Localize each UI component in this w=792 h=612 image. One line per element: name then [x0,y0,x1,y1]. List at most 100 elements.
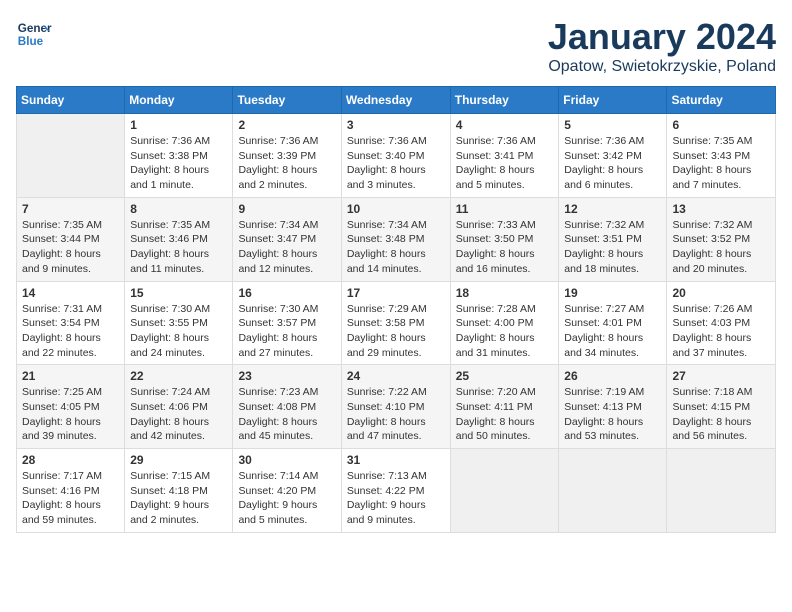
page-header: General Blue January 2024 Opatow, Swieto… [16,16,776,76]
location-title: Opatow, Swietokrzyskie, Poland [548,58,776,76]
weekday-header: Tuesday [233,87,341,114]
weekday-header: Wednesday [341,87,450,114]
day-number: 22 [130,369,227,383]
day-number: 12 [564,202,661,216]
day-number: 10 [347,202,445,216]
calendar-week-row: 14 Sunrise: 7:31 AMSunset: 3:54 PMDayligh… [17,281,776,365]
day-number: 31 [347,453,445,467]
calendar-cell: 8Sunrise: 7:35 AMSunset: 3:46 PMDaylight… [125,197,233,281]
day-info: Sunrise: 7:13 AMSunset: 4:22 PMDaylight:… [347,469,445,528]
day-number: 27 [672,369,770,383]
calendar-cell [17,114,125,198]
day-info: Sunrise: 7:19 AMSunset: 4:13 PMDaylight:… [564,385,661,444]
day-info: Sunrise: 7:17 AMSunset: 4:16 PMDaylight:… [22,469,119,528]
day-info: Sunrise: 7:36 AMSunset: 3:38 PMDaylight:… [130,134,227,193]
logo-icon: General Blue [16,16,52,52]
day-info: Sunrise: 7:35 AMSunset: 3:44 PMDaylight:… [22,218,119,277]
day-info: Sunrise: 7:30 AMSunset: 3:57 PMDaylight:… [238,302,335,361]
day-number: 19 [564,286,661,300]
calendar-cell: 11 Sunrise: 7:33 AMSunset: 3:50 PMDayligh… [450,197,559,281]
calendar-week-row: 7 Sunrise: 7:35 AMSunset: 3:44 PMDaylight… [17,197,776,281]
day-number: 2 [238,118,335,132]
calendar-cell: 13 Sunrise: 7:32 AMSunset: 3:52 PMDayligh… [667,197,776,281]
day-info: Sunrise: 7:30 AMSunset: 3:55 PMDaylight:… [130,302,227,361]
day-number: 11 [456,202,554,216]
day-number: 8 [130,202,227,216]
calendar-cell: 26 Sunrise: 7:19 AMSunset: 4:13 PMDayligh… [559,365,667,449]
day-number: 16 [238,286,335,300]
day-number: 14 [22,286,119,300]
calendar-cell: 17 Sunrise: 7:29 AMSunset: 3:58 PMDayligh… [341,281,450,365]
day-number: 18 [456,286,554,300]
calendar-cell: 30 Sunrise: 7:14 AMSunset: 4:20 PMDayligh… [233,449,341,533]
day-number: 13 [672,202,770,216]
calendar-cell: 12 Sunrise: 7:32 AMSunset: 3:51 PMDayligh… [559,197,667,281]
day-info: Sunrise: 7:28 AMSunset: 4:00 PMDaylight:… [456,302,554,361]
calendar-cell: 19Sunrise: 7:27 AMSunset: 4:01 PMDayligh… [559,281,667,365]
day-number: 6 [672,118,770,132]
day-number: 23 [238,369,335,383]
day-number: 30 [238,453,335,467]
calendar-cell [450,449,559,533]
day-number: 26 [564,369,661,383]
calendar-cell: 5Sunrise: 7:36 AMSunset: 3:42 PMDaylight… [559,114,667,198]
day-info: Sunrise: 7:36 AMSunset: 3:41 PMDaylight:… [456,134,554,193]
day-number: 4 [456,118,554,132]
calendar-cell: 20 Sunrise: 7:26 AMSunset: 4:03 PMDayligh… [667,281,776,365]
calendar-cell [559,449,667,533]
weekday-header: Saturday [667,87,776,114]
weekday-header-row: SundayMondayTuesdayWednesdayThursdayFrid… [17,87,776,114]
calendar-cell: 24Sunrise: 7:22 AMSunset: 4:10 PMDayligh… [341,365,450,449]
calendar-cell: 10Sunrise: 7:34 AMSunset: 3:48 PMDayligh… [341,197,450,281]
day-number: 20 [672,286,770,300]
calendar-table: SundayMondayTuesdayWednesdayThursdayFrid… [16,86,776,533]
calendar-cell: 15 Sunrise: 7:30 AMSunset: 3:55 PMDayligh… [125,281,233,365]
day-info: Sunrise: 7:22 AMSunset: 4:10 PMDaylight:… [347,385,445,444]
calendar-week-row: 28 Sunrise: 7:17 AMSunset: 4:16 PMDayligh… [17,449,776,533]
calendar-cell: 27Sunrise: 7:18 AMSunset: 4:15 PMDayligh… [667,365,776,449]
calendar-cell: 4 Sunrise: 7:36 AMSunset: 3:41 PMDaylight… [450,114,559,198]
weekday-header: Friday [559,87,667,114]
calendar-cell: 6 Sunrise: 7:35 AMSunset: 3:43 PMDaylight… [667,114,776,198]
day-info: Sunrise: 7:29 AMSunset: 3:58 PMDaylight:… [347,302,445,361]
day-info: Sunrise: 7:36 AMSunset: 3:39 PMDaylight:… [238,134,335,193]
weekday-header: Sunday [17,87,125,114]
calendar-cell: 9 Sunrise: 7:34 AMSunset: 3:47 PMDaylight… [233,197,341,281]
day-info: Sunrise: 7:23 AMSunset: 4:08 PMDaylight:… [238,385,335,444]
calendar-cell: 1Sunrise: 7:36 AMSunset: 3:38 PMDaylight… [125,114,233,198]
day-info: Sunrise: 7:26 AMSunset: 4:03 PMDaylight:… [672,302,770,361]
day-number: 15 [130,286,227,300]
calendar-cell: 7 Sunrise: 7:35 AMSunset: 3:44 PMDaylight… [17,197,125,281]
calendar-cell: 25Sunrise: 7:20 AMSunset: 4:11 PMDayligh… [450,365,559,449]
calendar-cell: 2 Sunrise: 7:36 AMSunset: 3:39 PMDaylight… [233,114,341,198]
calendar-cell [667,449,776,533]
day-info: Sunrise: 7:31 AMSunset: 3:54 PMDaylight:… [22,302,119,361]
calendar-cell: 23 Sunrise: 7:23 AMSunset: 4:08 PMDayligh… [233,365,341,449]
day-number: 9 [238,202,335,216]
day-info: Sunrise: 7:36 AMSunset: 3:40 PMDaylight:… [347,134,445,193]
calendar-cell: 31 Sunrise: 7:13 AMSunset: 4:22 PMDayligh… [341,449,450,533]
day-info: Sunrise: 7:35 AMSunset: 3:43 PMDaylight:… [672,134,770,193]
calendar-cell: 21 Sunrise: 7:25 AMSunset: 4:05 PMDayligh… [17,365,125,449]
day-number: 28 [22,453,119,467]
logo: General Blue [16,16,52,52]
day-number: 7 [22,202,119,216]
day-number: 17 [347,286,445,300]
day-info: Sunrise: 7:14 AMSunset: 4:20 PMDaylight:… [238,469,335,528]
day-number: 29 [130,453,227,467]
weekday-header: Thursday [450,87,559,114]
weekday-header: Monday [125,87,233,114]
calendar-cell: 3Sunrise: 7:36 AMSunset: 3:40 PMDaylight… [341,114,450,198]
day-info: Sunrise: 7:15 AMSunset: 4:18 PMDaylight:… [130,469,227,528]
day-number: 21 [22,369,119,383]
calendar-cell: 16 Sunrise: 7:30 AMSunset: 3:57 PMDayligh… [233,281,341,365]
day-info: Sunrise: 7:25 AMSunset: 4:05 PMDaylight:… [22,385,119,444]
day-info: Sunrise: 7:32 AMSunset: 3:51 PMDaylight:… [564,218,661,277]
day-info: Sunrise: 7:34 AMSunset: 3:47 PMDaylight:… [238,218,335,277]
day-info: Sunrise: 7:20 AMSunset: 4:11 PMDaylight:… [456,385,554,444]
day-info: Sunrise: 7:24 AMSunset: 4:06 PMDaylight:… [130,385,227,444]
month-title: January 2024 [548,16,776,58]
day-info: Sunrise: 7:33 AMSunset: 3:50 PMDaylight:… [456,218,554,277]
calendar-week-row: 1Sunrise: 7:36 AMSunset: 3:38 PMDaylight… [17,114,776,198]
day-info: Sunrise: 7:32 AMSunset: 3:52 PMDaylight:… [672,218,770,277]
